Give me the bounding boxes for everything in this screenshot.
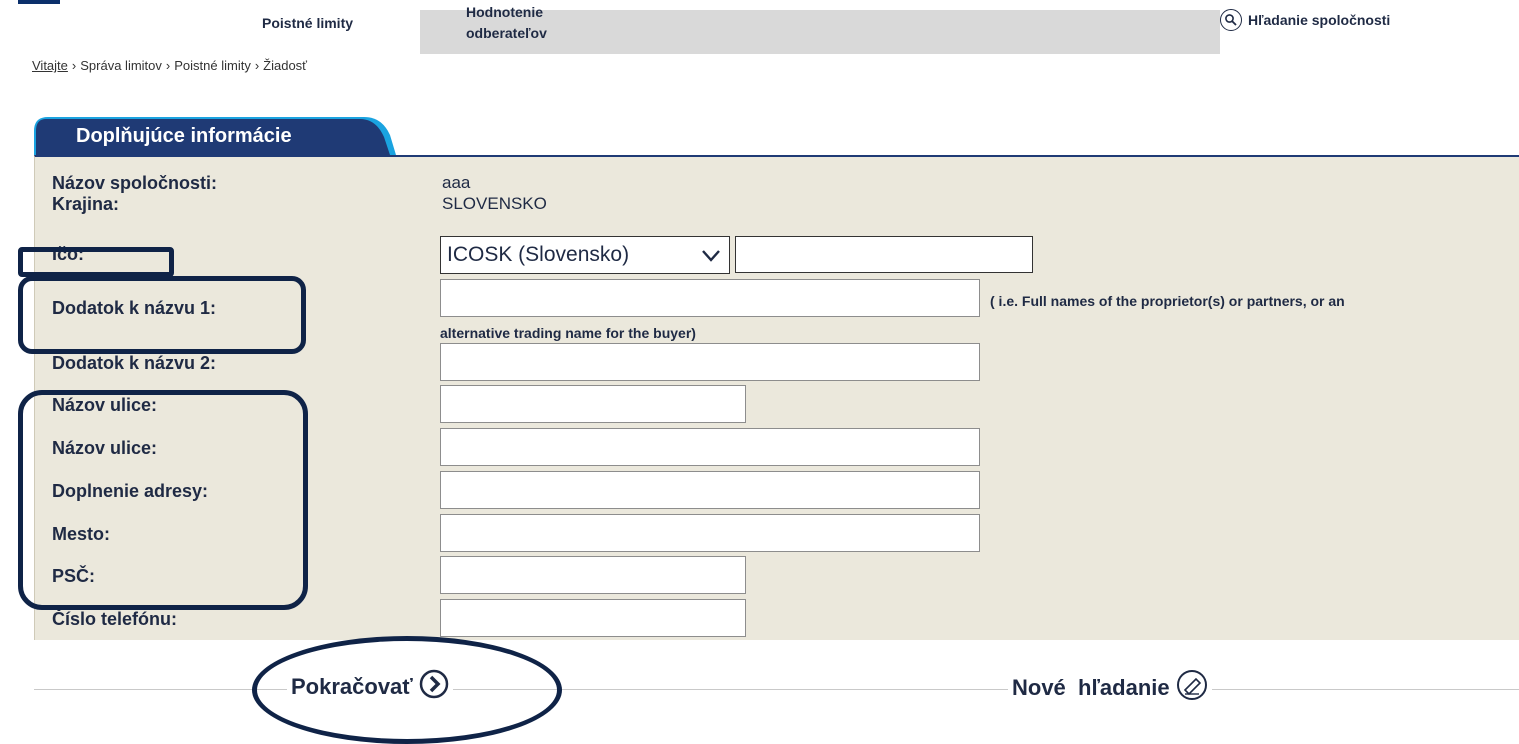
company-search-link[interactable]: Hľadanie spoločnosti [1220, 8, 1390, 32]
nav-item-buyer-rating-label: Hodnotenie odberateľov [466, 4, 547, 41]
breadcrumb-separator: › [254, 58, 260, 73]
search-icon [1220, 9, 1242, 31]
ico-type-select[interactable]: ICOSK (Slovensko) [440, 236, 730, 274]
country-value: SLOVENSKO [442, 194, 547, 213]
annotation-continue-ellipse [252, 636, 562, 744]
address-addition-input[interactable] [440, 471, 980, 509]
new-search-button[interactable]: Nové hľadanie [1008, 669, 1212, 707]
zip-input[interactable] [440, 556, 746, 594]
city-input[interactable] [440, 514, 980, 552]
brand-stripe [18, 0, 60, 4]
chevron-down-icon [701, 246, 721, 270]
nav-item-buyer-rating[interactable]: Hodnotenie odberateľov [420, 4, 1220, 54]
ico-type-selected: ICOSK (Slovensko) [447, 243, 630, 266]
street-2-input[interactable] [440, 428, 980, 466]
new-search-label: Nové hľadanie [1012, 675, 1170, 700]
breadcrumb-home-link[interactable]: Vitajte [32, 58, 68, 73]
phone-input[interactable] [440, 599, 746, 637]
company-name-value: aaa [442, 173, 471, 192]
name-addition-2-label: Dodatok k názvu 2: [52, 353, 217, 373]
breadcrumb-separator: › [165, 58, 171, 73]
ico-input[interactable] [735, 236, 1033, 273]
breadcrumb-current: Žiadosť [263, 58, 308, 73]
phone-label: Číslo telefónu: [52, 609, 177, 629]
street-1-input[interactable] [440, 385, 746, 423]
section-tab: Doplňujúce informácie [34, 117, 396, 155]
eraser-icon [1176, 669, 1208, 707]
annotation-address-box [18, 390, 308, 610]
breadcrumb-item: Poistné limity [174, 58, 251, 73]
name-addition-1-hint-cont: alternative trading name for the buyer) [440, 325, 696, 341]
breadcrumb: Vitajte › Správa limitov › Poistné limity › Ži… [32, 58, 307, 73]
company-search-label: Hľadanie spoločnosti [1248, 12, 1391, 28]
annotation-name-addition-box [18, 276, 306, 354]
breadcrumb-item: Správa limitov [80, 58, 162, 73]
section-tab-title: Doplňujúce informácie [76, 125, 292, 147]
country-label: Krajina: [52, 194, 120, 214]
name-addition-1-input[interactable] [440, 279, 980, 317]
annotation-ico-box [18, 247, 174, 277]
name-addition-2-input[interactable] [440, 343, 980, 381]
nav-item-insurance-limits[interactable]: Poistné limity [262, 15, 353, 31]
top-navigation: Poistné limity Hodnotenie odberateľov Hľ… [0, 0, 1519, 56]
company-name-label: Názov spoločnosti: [52, 173, 218, 193]
breadcrumb-separator: › [71, 58, 77, 73]
name-addition-1-hint: ( i.e. Full names of the proprietor(s) o… [990, 293, 1345, 309]
